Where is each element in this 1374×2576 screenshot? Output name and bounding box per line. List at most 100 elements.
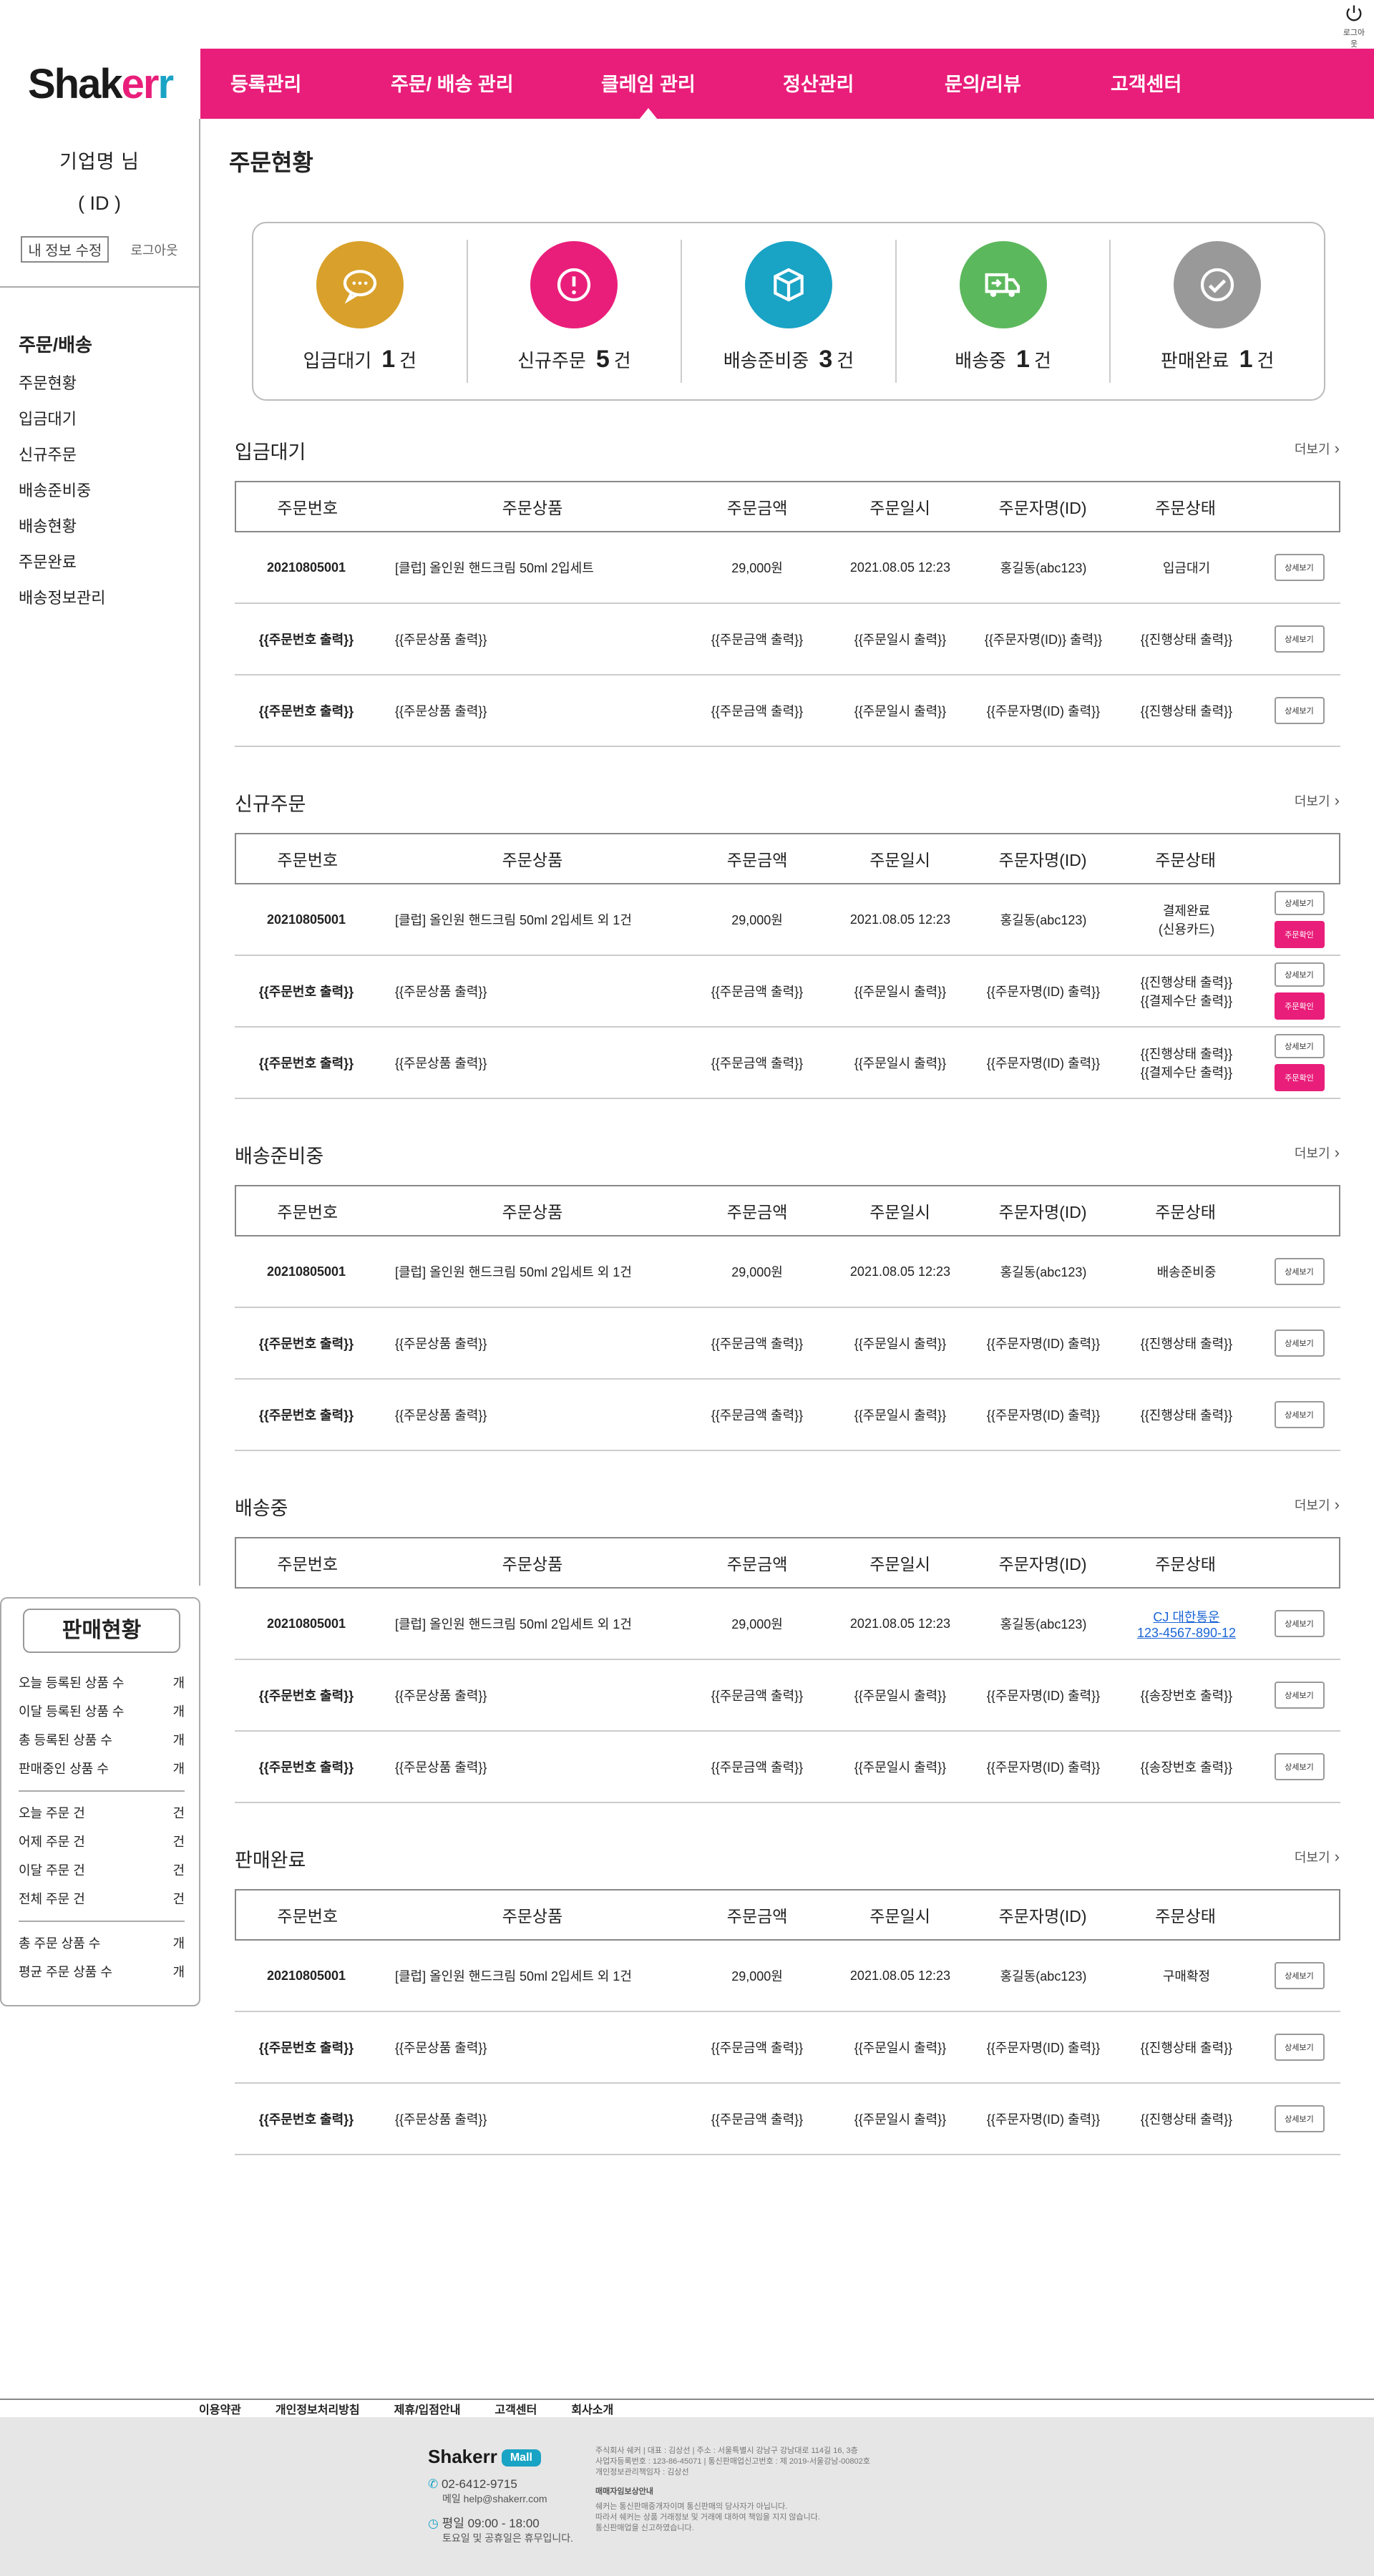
more-link[interactable]: 더보기 ›	[1295, 1496, 1340, 1514]
user-id: ( ID )	[78, 192, 121, 214]
detail-button[interactable]: 상세보기	[1274, 625, 1325, 653]
cell-status: 배송준비중	[1115, 1262, 1258, 1281]
footer-link-partnership[interactable]: 제휴/입점안내	[394, 2400, 461, 2417]
confirm-order-button[interactable]: 주문확인	[1274, 921, 1325, 948]
footer-contact: ✆ 02-6412-9715 메일 help@shakerr.com ◷ 평일 …	[428, 2477, 573, 2545]
detail-button[interactable]: 상세보기	[1274, 1753, 1325, 1780]
detail-button[interactable]: 상세보기	[1274, 697, 1325, 724]
nav-item-settlement[interactable]: 정산관리	[783, 69, 854, 97]
cell-status[interactable]: CJ 대한통운 123-4567-890-12	[1115, 1607, 1258, 1641]
cell-date: {{주문일시 출력}}	[854, 704, 947, 718]
more-link[interactable]: 더보기 ›	[1295, 791, 1340, 810]
sales-stat-unit: 개	[172, 1965, 185, 1979]
sidebar-logout-button[interactable]: 로그아웃	[130, 240, 177, 259]
footer-link-terms[interactable]: 이용약관	[199, 2400, 241, 2417]
sidebar-item-new-orders[interactable]: 신규주문	[19, 437, 199, 473]
check-icon	[1174, 241, 1262, 328]
top-logout-button[interactable]: 로그아웃	[1340, 3, 1368, 49]
detail-button[interactable]: 상세보기	[1274, 2105, 1325, 2132]
footer-notice-line: 통신판매업을 신고하였습니다.	[595, 2524, 694, 2532]
nav-item-inquiry[interactable]: 문의/리뷰	[945, 69, 1021, 97]
detail-button[interactable]: 상세보기	[1274, 1610, 1325, 1637]
detail-button[interactable]: 상세보기	[1274, 554, 1325, 581]
cell-actions: 상세보기	[1258, 1753, 1340, 1780]
cell-date: {{주문일시 출력}}	[854, 1689, 947, 1703]
sidebar-item-completed[interactable]: 주문완료	[19, 545, 199, 580]
column-header: 주문상태	[1155, 1907, 1216, 1926]
cell-status: {{진행상태 출력}}	[1115, 630, 1258, 648]
cell-status: {{진행상태 출력}}	[1115, 701, 1258, 720]
tracking-link[interactable]: CJ 대한통운	[1115, 1607, 1258, 1626]
more-link[interactable]: 더보기 ›	[1295, 439, 1340, 458]
summary-item[interactable]: 판매완료 1 건	[1111, 240, 1324, 383]
detail-button[interactable]: 상세보기	[1274, 891, 1325, 915]
footer-link-support[interactable]: 고객센터	[494, 2400, 537, 2417]
sales-stat-label: 오늘 등록된 상품 수	[19, 1676, 125, 1690]
footer-link-privacy[interactable]: 개인정보처리방침	[276, 2400, 360, 2417]
chevron-right-icon: ›	[1330, 1143, 1340, 1161]
sidebar-item-shipping-info[interactable]: 배송정보관리	[19, 580, 199, 616]
detail-button[interactable]: 상세보기	[1274, 1962, 1325, 1989]
status-line: 결제완료	[1162, 904, 1211, 918]
edit-my-info-button[interactable]: 내 정보 수정	[21, 236, 109, 263]
detail-button[interactable]: 상세보기	[1274, 1034, 1325, 1058]
nav-item-order-shipping[interactable]: 주문/ 배송 관리	[391, 69, 514, 97]
cell-amount: {{주문금액 출력}}	[711, 1689, 804, 1703]
confirm-order-button[interactable]: 주문확인	[1274, 992, 1325, 1020]
footer-link-about[interactable]: 회사소개	[571, 2400, 613, 2417]
summary-item[interactable]: 입금대기 1 건	[253, 240, 468, 383]
cell-product: [클럽] 올인원 핸드크림 50ml 2입세트 외 1건	[395, 913, 632, 927]
cell-product: {{주문상품 출력}}	[395, 1337, 487, 1351]
sales-stat-label: 이달 주문 건	[19, 1863, 85, 1878]
detail-button[interactable]: 상세보기	[1274, 1330, 1325, 1357]
cell-no: {{주문번호 출력}}	[258, 633, 354, 647]
more-link[interactable]: 더보기 ›	[1295, 1848, 1340, 1866]
sales-stat-unit: 건	[172, 1806, 185, 1820]
divider	[19, 1921, 185, 1922]
detail-button[interactable]: 상세보기	[1274, 962, 1325, 987]
table-row: {{주문번호 출력}} {{주문상품 출력}} {{주문금액 출력}} {{주문일시 …	[235, 956, 1340, 1028]
summary-item[interactable]: 배송중 1 건	[897, 240, 1111, 383]
tracking-link[interactable]: 123-4567-890-12	[1115, 1626, 1258, 1641]
truck-icon	[959, 241, 1047, 328]
footer-company-info: 주식회사 쉐커 | 대표 : 김상선 | 주소 : 서울특별시 강남구 강남대로…	[595, 2446, 870, 2534]
sidebar-item-preparing[interactable]: 배송준비중	[19, 473, 199, 509]
nav-item-claim[interactable]: 클레임 관리	[601, 69, 696, 97]
cell-date: {{주문일시 출력}}	[854, 1408, 947, 1423]
detail-button[interactable]: 상세보기	[1274, 1682, 1325, 1709]
cell-date: 2021.08.05 12:23	[849, 1968, 951, 1983]
summary-item[interactable]: 배송준비중 3 건	[682, 240, 897, 383]
cell-actions: 상세보기	[1258, 1962, 1340, 1989]
order-section: 배송준비중 더보기 › 주문번호 주문상품 주문금액 주문일시 주문자명(ID) 주문상태 20…	[235, 1141, 1345, 1484]
detail-button[interactable]: 상세보기	[1274, 1401, 1325, 1428]
sidebar-item-shipping-status[interactable]: 배송현황	[19, 509, 199, 545]
table-row: {{주문번호 출력}} {{주문상품 출력}} {{주문금액 출력}} {{주문일시 …	[235, 1660, 1340, 1732]
detail-button[interactable]: 상세보기	[1274, 1258, 1325, 1285]
nav-item-register[interactable]: 등록관리	[230, 69, 301, 97]
more-link[interactable]: 더보기 ›	[1295, 1143, 1340, 1162]
column-header: 주문상태	[1155, 499, 1216, 517]
detail-button[interactable]: 상세보기	[1274, 2034, 1325, 2061]
cell-product: {{주문상품 출력}}	[395, 1056, 487, 1070]
table-row: 20210805001 [클럽] 올인원 핸드크림 50ml 2입세트 외 1건 2…	[235, 1589, 1340, 1660]
cell-date: 2021.08.05 12:23	[849, 560, 951, 575]
summary-item[interactable]: 신규주문 5 건	[468, 240, 683, 383]
order-section: 입금대기 더보기 › 주문번호 주문상품 주문금액 주문일시 주문자명(ID) 주문상태 202…	[235, 436, 1345, 780]
cell-status: 입금대기	[1115, 558, 1258, 577]
logo[interactable]: Shak e r r	[0, 49, 200, 119]
cell-actions: 상세보기	[1258, 2105, 1340, 2132]
confirm-order-button[interactable]: 주문확인	[1274, 1064, 1325, 1091]
cell-name: 홍길동(abc123)	[1000, 561, 1087, 575]
page-title: 주문현황	[229, 150, 313, 175]
cell-actions: 상세보기	[1258, 2034, 1340, 2061]
sales-stat-row: 평균 주문 상품 수 개	[19, 1958, 185, 1986]
sales-stat-label: 판매중인 상품 수	[19, 1762, 109, 1776]
column-header: 주문자명(ID)	[998, 499, 1087, 517]
cell-amount: 29,000원	[731, 913, 783, 927]
sales-stat-label: 전체 주문 건	[19, 1892, 85, 1906]
sidebar-item-awaiting-payment[interactable]: 입금대기	[19, 401, 199, 437]
cell-date: {{주문일시 출력}}	[854, 1760, 947, 1775]
footer-logo: Shakerr Mall	[428, 2446, 541, 2468]
nav-item-support[interactable]: 고객센터	[1111, 69, 1181, 97]
sidebar-item-order-status[interactable]: 주문현황	[19, 366, 199, 401]
